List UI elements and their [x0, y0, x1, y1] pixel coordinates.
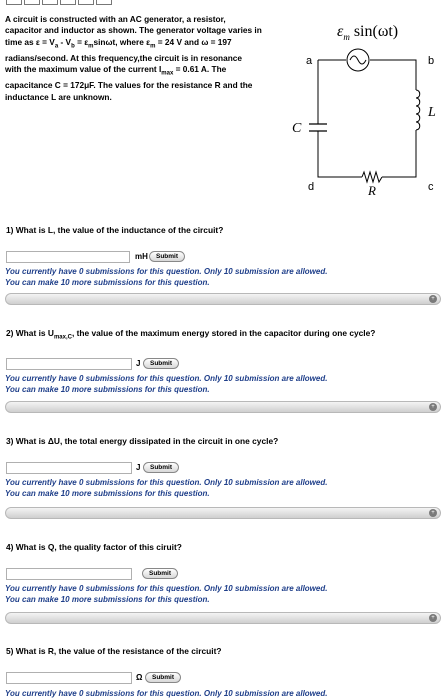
question-1-unit: mH: [135, 252, 148, 261]
question-5-status: You currently have 0 submissions for thi…: [5, 689, 328, 698]
node-label-c: c: [428, 181, 434, 193]
rlc-circuit-diagram: εm sin(ωt) C L R a b c d: [292, 23, 436, 197]
question-1-hint-bar[interactable]: +: [5, 293, 441, 305]
circuit-wire: [317, 131, 362, 178]
question-5-answer-row: Ω Submit: [6, 672, 206, 686]
top-cropped-tabs: [0, 0, 120, 6]
question-1-answer-input[interactable]: [6, 251, 130, 263]
question-4-status: You currently have 0 submissions for thi…: [5, 584, 328, 604]
intro-line: inductance L are unknown.: [5, 91, 112, 102]
intro-line: radians/second. At this frequency,the ci…: [5, 52, 242, 63]
question-2-text: 2) What is Umax,C, the value of the maxi…: [6, 328, 376, 341]
question-4-hint-bar[interactable]: +: [5, 612, 441, 624]
circuit-wire: [370, 59, 417, 90]
node-label-d: d: [308, 181, 314, 193]
intro-line: capacitor and inductor as shown. The gen…: [5, 25, 262, 36]
question-2-submit-button[interactable]: Submit: [143, 358, 180, 369]
question-3-unit: J: [136, 463, 141, 472]
source-label: εm sin(ωt): [337, 23, 398, 42]
intro-line: A circuit is constructed with an AC gene…: [5, 14, 226, 24]
plus-circle-icon[interactable]: +: [429, 295, 437, 303]
question-4-submit-button[interactable]: Submit: [142, 568, 179, 579]
question-5-unit: Ω: [136, 673, 143, 682]
plus-circle-icon[interactable]: +: [429, 614, 437, 622]
question-5-submit-button[interactable]: Submit: [145, 672, 182, 683]
question-4-answer-input[interactable]: [6, 568, 132, 580]
circuit-wire: [382, 130, 417, 178]
question-4-text: 4) What is Q, the quality factor of this…: [6, 542, 182, 552]
inductor-label: L: [427, 105, 436, 120]
question-1-answer-row: mH Submit: [6, 251, 206, 265]
question-1-text: 1) What is L, the value of the inductanc…: [6, 225, 224, 235]
plus-circle-icon[interactable]: +: [429, 509, 437, 517]
question-3-answer-input[interactable]: [6, 462, 132, 474]
question-3-submit-button[interactable]: Submit: [143, 462, 180, 473]
question-2-hint-bar[interactable]: +: [5, 401, 441, 413]
question-3-answer-row: J Submit: [6, 462, 206, 476]
node-label-b: b: [428, 55, 434, 67]
inductor-coil-icon: [415, 89, 421, 131]
plus-circle-icon[interactable]: +: [429, 403, 437, 411]
question-2-answer-row: J Submit: [6, 358, 206, 372]
question-2-status: You currently have 0 submissions for thi…: [5, 374, 328, 394]
question-2-unit: J: [136, 359, 141, 368]
question-3-status: You currently have 0 submissions for thi…: [5, 478, 328, 498]
question-1-status: You currently have 0 submissions for thi…: [5, 267, 328, 287]
intro-line: with the maximum value of the current Im…: [5, 64, 227, 77]
question-5-text: 5) What is R, the value of the resistanc…: [6, 646, 222, 656]
intro-line: time as ε = Va - Vb = εmsinωt, where εm …: [5, 36, 232, 50]
intro-line: capacitance C = 172μF. The values for th…: [5, 80, 253, 91]
node-label-a: a: [306, 55, 313, 67]
problem-statement: A circuit is constructed with an AC gene…: [5, 14, 277, 103]
question-1-submit-button[interactable]: Submit: [149, 251, 186, 262]
resistor-label: R: [367, 183, 376, 197]
question-5-answer-input[interactable]: [6, 672, 132, 684]
question-3-text: 3) What is ΔU, the total energy dissipat…: [6, 436, 279, 446]
capacitor-label: C: [292, 121, 302, 136]
resistor-zigzag-icon: [361, 170, 383, 184]
question-2-answer-input[interactable]: [6, 358, 132, 370]
question-4-answer-row: Submit: [6, 568, 206, 582]
question-3-hint-bar[interactable]: +: [5, 507, 441, 519]
